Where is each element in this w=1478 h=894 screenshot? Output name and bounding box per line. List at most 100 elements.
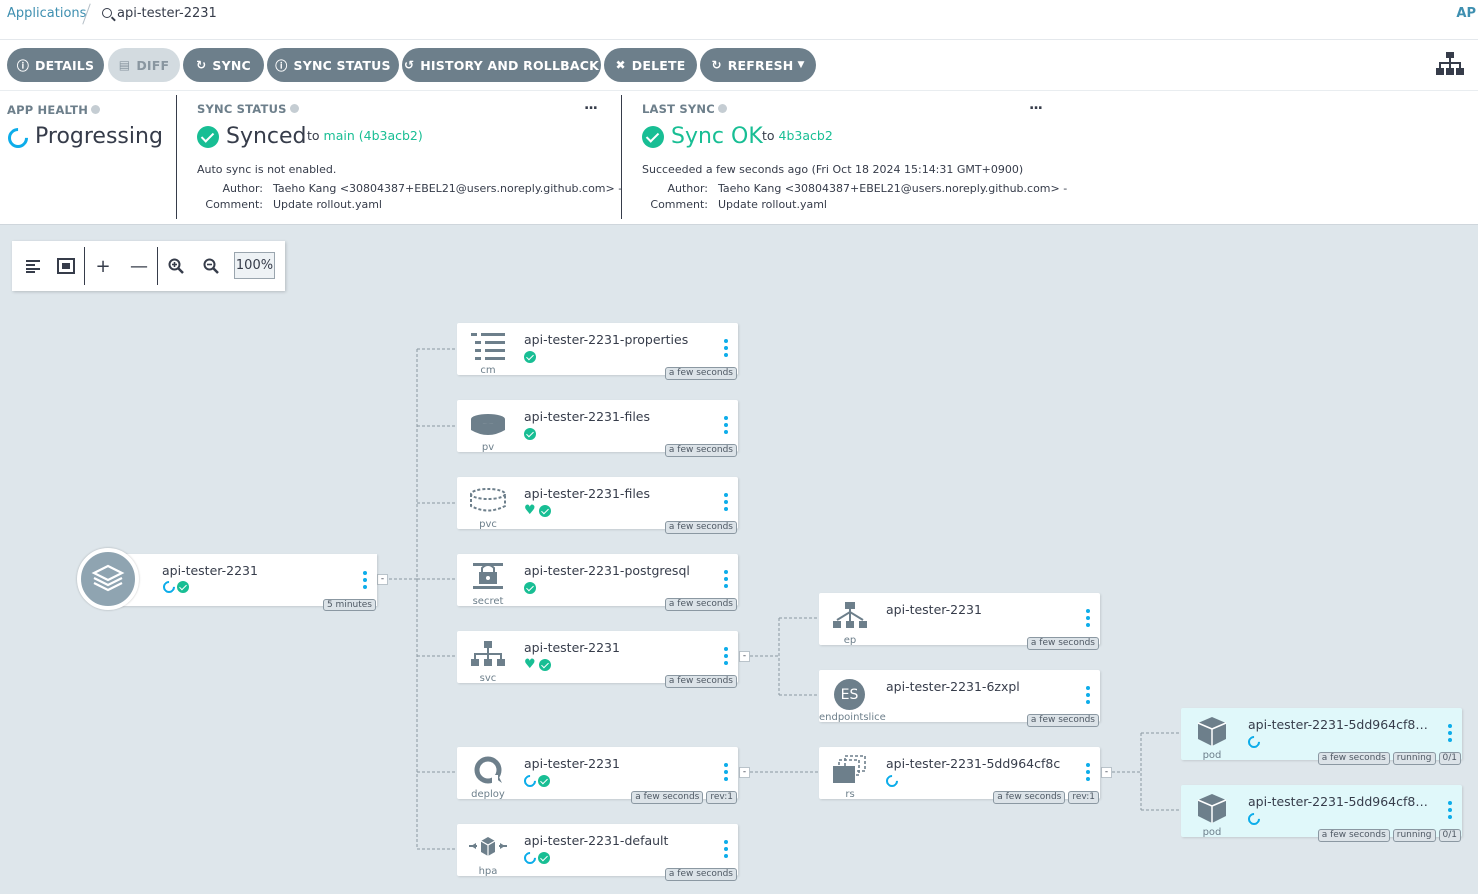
age-tag: a few seconds [1026,637,1099,650]
node-menu-icon[interactable] [724,570,728,590]
collapse-toggle[interactable]: - [739,651,750,662]
resource-node-pod[interactable]: pod api-tester-2231-5dd964cf8c-v... a fe… [1181,785,1462,842]
node-menu-icon[interactable] [1448,801,1452,821]
resource-status [524,427,536,441]
resource-name: api-tester-2231-properties [524,332,689,347]
resource-kind: secret [472,596,504,607]
resource-node-svc[interactable]: svc api-tester-2231 ♥ a few seconds [457,631,738,688]
synced-icon [177,581,189,593]
resource-status [521,849,550,867]
app-root-node[interactable]: api-tester-2231 5 minutes [77,548,377,611]
synced-icon [539,505,551,517]
resource-node-pv[interactable]: pv api-tester-2231-files a few seconds [457,400,738,457]
age-tag: a few seconds [664,367,737,380]
node-menu-icon[interactable] [724,339,728,359]
node-tags: a few seconds [664,444,737,457]
resource-node-ep[interactable]: ep api-tester-2231 a few seconds [819,593,1100,650]
synced-icon [538,852,550,864]
node-tags: a few seconds [664,598,737,611]
resource-status [1245,733,1263,751]
age-tag: a few seconds [1317,752,1390,765]
healthy-heart-icon: ♥ [524,657,536,672]
node-tags: a few seconds [664,521,737,534]
resource-status [524,350,536,364]
resource-node-endpointslice[interactable]: ES endpointslice api-tester-2231-6zxpl a… [819,670,1100,727]
synced-icon [524,582,536,594]
node-menu-icon[interactable] [1448,724,1452,744]
collapse-toggle[interactable]: - [1101,767,1112,778]
collapse-toggle[interactable]: - [377,574,388,585]
node-tags: a few seconds running 0/1 [1317,829,1461,842]
resource-node-rs[interactable]: rs api-tester-2231-5dd964cf8c a few seco… [819,747,1100,804]
node-menu-icon[interactable] [724,763,728,783]
node-menu-icon[interactable] [1086,763,1090,783]
resource-status [521,772,550,790]
age-tag: a few seconds [664,868,737,881]
node-menu-icon[interactable] [724,647,728,667]
resource-kind: svc [479,673,497,684]
age-tag: a few seconds [664,444,737,457]
resource-node-pvc[interactable]: pvc api-tester-2231-files ♥ a few second… [457,477,738,534]
resource-name: api-tester-2231-files [524,409,650,424]
resource-name: api-tester-2231-5dd964cf8c [886,756,1061,771]
collapse-toggle[interactable]: - [739,767,750,778]
resource-node-cm[interactable]: cm api-tester-2231-properties a few seco… [457,323,738,380]
resource-node-pod[interactable]: pod api-tester-2231-5dd964cf8c-9... a fe… [1181,708,1462,765]
node-tags: a few seconds rev:1 [993,791,1099,804]
age-tag: 5 minutes [322,599,376,611]
resource-node-hpa[interactable]: hpa api-tester-2231-default a few second… [457,824,738,881]
node-menu-icon[interactable] [1086,686,1090,706]
app-node-body[interactable]: api-tester-2231 5 minutes [108,554,377,611]
resource-status: ♥ [524,658,551,672]
resource-kind: hpa [478,866,498,877]
node-tags: a few seconds running 0/1 [1317,752,1461,765]
revision-tag: rev:1 [1068,791,1099,804]
resource-status [524,581,536,595]
node-menu-icon[interactable] [363,571,367,589]
node-menu-icon[interactable] [724,493,728,513]
resource-status [1245,810,1263,828]
pod-ready-tag: 0/1 [1438,752,1461,765]
resource-node-secret[interactable]: secret api-tester-2231-postgresql a few … [457,554,738,611]
resource-kind: deploy [471,789,505,800]
progressing-icon [521,772,539,790]
node-tags: a few seconds [664,675,737,688]
resource-kind: endpointslice [819,712,886,723]
node-tags: a few seconds [664,868,737,881]
resource-name: api-tester-2231 [524,640,620,655]
node-menu-icon[interactable] [1086,609,1090,629]
resource-kind: ep [843,635,857,646]
resource-name: api-tester-2231 [886,602,982,617]
node-tags: a few seconds [1026,714,1099,727]
resource-node-deploy[interactable]: deploy api-tester-2231 a few seconds rev:… [457,747,738,804]
age-tag: a few seconds [631,791,704,804]
resource-kind: cm [480,365,496,376]
app-node-name: api-tester-2231 [162,563,258,578]
resource-name: api-tester-2231-default [524,833,669,848]
resource-name: api-tester-2231-postgresql [524,563,690,578]
age-tag: a few seconds [993,791,1066,804]
resource-name: api-tester-2231 [524,756,620,771]
resource-name: api-tester-2231-5dd964cf8c-9... [1248,717,1428,732]
progressing-icon [1245,810,1263,828]
endpointslice-icon-text: ES [834,679,865,710]
pod-state-tag: running [1392,829,1436,842]
node-menu-icon[interactable] [724,840,728,860]
progressing-icon [883,772,901,790]
age-tag: a few seconds [1317,829,1390,842]
synced-icon [524,428,536,440]
resource-kind: pod [1202,827,1222,838]
age-tag: a few seconds [664,521,737,534]
app-icon [77,548,139,610]
synced-icon [524,351,536,363]
progressing-icon [160,578,178,596]
resource-status: ♥ [524,504,551,518]
healthy-heart-icon: ♥ [524,503,536,518]
pod-ready-tag: 0/1 [1438,829,1461,842]
node-tags: a few seconds rev:1 [631,791,737,804]
resource-name: api-tester-2231-files [524,486,650,501]
node-menu-icon[interactable] [724,416,728,436]
progressing-icon [1245,733,1263,751]
age-tag: a few seconds [664,598,737,611]
resource-name: api-tester-2231-5dd964cf8c-v... [1248,794,1428,809]
